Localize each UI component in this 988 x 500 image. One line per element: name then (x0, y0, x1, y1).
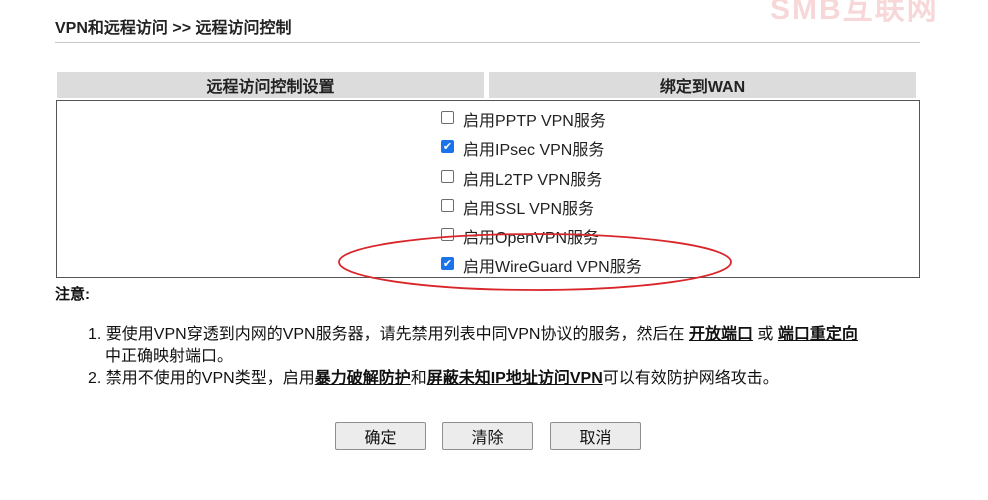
note-1-text-b: 或 (757, 326, 774, 343)
note-1-text-a: 1. 要使用VPN穿透到内网的VPN服务器，请先禁用列表中同VPN协议的服务，然… (88, 326, 685, 343)
vpn-service-options-panel: 启用PPTP VPN服务 ✔ 启用IPsec VPN服务 启用L2TP VPN服… (56, 100, 920, 278)
option-ssl[interactable]: 启用SSL VPN服务 (441, 195, 594, 219)
note-2-text-b: 和 (410, 370, 427, 387)
cancel-button[interactable]: 取消 (550, 422, 641, 450)
wireguard-checkbox[interactable]: ✔ (441, 256, 454, 270)
option-l2tp[interactable]: 启用L2TP VPN服务 (441, 166, 602, 190)
tab-bind-to-wan[interactable]: 绑定到WAN (489, 72, 916, 98)
check-icon: ✔ (442, 256, 453, 270)
open-port-link[interactable]: 开放端口 (689, 326, 753, 343)
note-item-2: 2. 禁用不使用的VPN类型，启用暴力破解防护和屏蔽未知IP地址访问VPN可以有… (88, 364, 779, 388)
breadcrumb: VPN和远程访问 >> 远程访问控制 (55, 20, 292, 37)
tab-remote-access-settings[interactable]: 远程访问控制设置 (57, 72, 484, 98)
note-2-text-c: 可以有效防护网络攻击。 (602, 370, 779, 387)
port-redirect-link[interactable]: 端口重定向 (778, 326, 858, 343)
note-2-text-a: 2. 禁用不使用的VPN类型，启用 (88, 370, 315, 387)
ipsec-label: 启用IPsec VPN服务 (463, 142, 605, 159)
openvpn-label: 启用OpenVPN服务 (463, 230, 600, 247)
l2tp-label: 启用L2TP VPN服务 (463, 172, 603, 189)
notes-title: 注意: (55, 286, 90, 303)
note-item-1: 1. 要使用VPN穿透到内网的VPN服务器，请先禁用列表中同VPN协议的服务，然… (88, 320, 858, 344)
block-unknown-ip-vpn-link[interactable]: 屏蔽未知IP地址访问VPN (427, 370, 603, 387)
clear-button[interactable]: 清除 (442, 422, 533, 450)
ssl-label: 启用SSL VPN服务 (463, 201, 594, 218)
option-wireguard[interactable]: ✔ 启用WireGuard VPN服务 (441, 253, 642, 277)
pptp-checkbox[interactable] (441, 110, 454, 124)
option-pptp[interactable]: 启用PPTP VPN服务 (441, 107, 606, 131)
option-openvpn[interactable]: 启用OpenVPN服务 (441, 224, 599, 248)
check-icon: ✔ (442, 139, 453, 153)
wireguard-label: 启用WireGuard VPN服务 (463, 259, 642, 276)
option-ipsec[interactable]: ✔ 启用IPsec VPN服务 (441, 136, 604, 160)
brute-force-protection-link[interactable]: 暴力破解防护 (315, 370, 411, 387)
watermark-logo: SMB互联网 (770, 0, 939, 26)
ssl-checkbox[interactable] (441, 198, 454, 212)
note-item-1-continued: 中正确映射端口。 (105, 348, 234, 365)
l2tp-checkbox[interactable] (441, 169, 454, 183)
pptp-label: 启用PPTP VPN服务 (463, 113, 606, 130)
ipsec-checkbox[interactable]: ✔ (441, 139, 454, 153)
title-divider (55, 42, 920, 43)
ok-button[interactable]: 确定 (335, 422, 426, 450)
openvpn-checkbox[interactable] (441, 227, 454, 241)
